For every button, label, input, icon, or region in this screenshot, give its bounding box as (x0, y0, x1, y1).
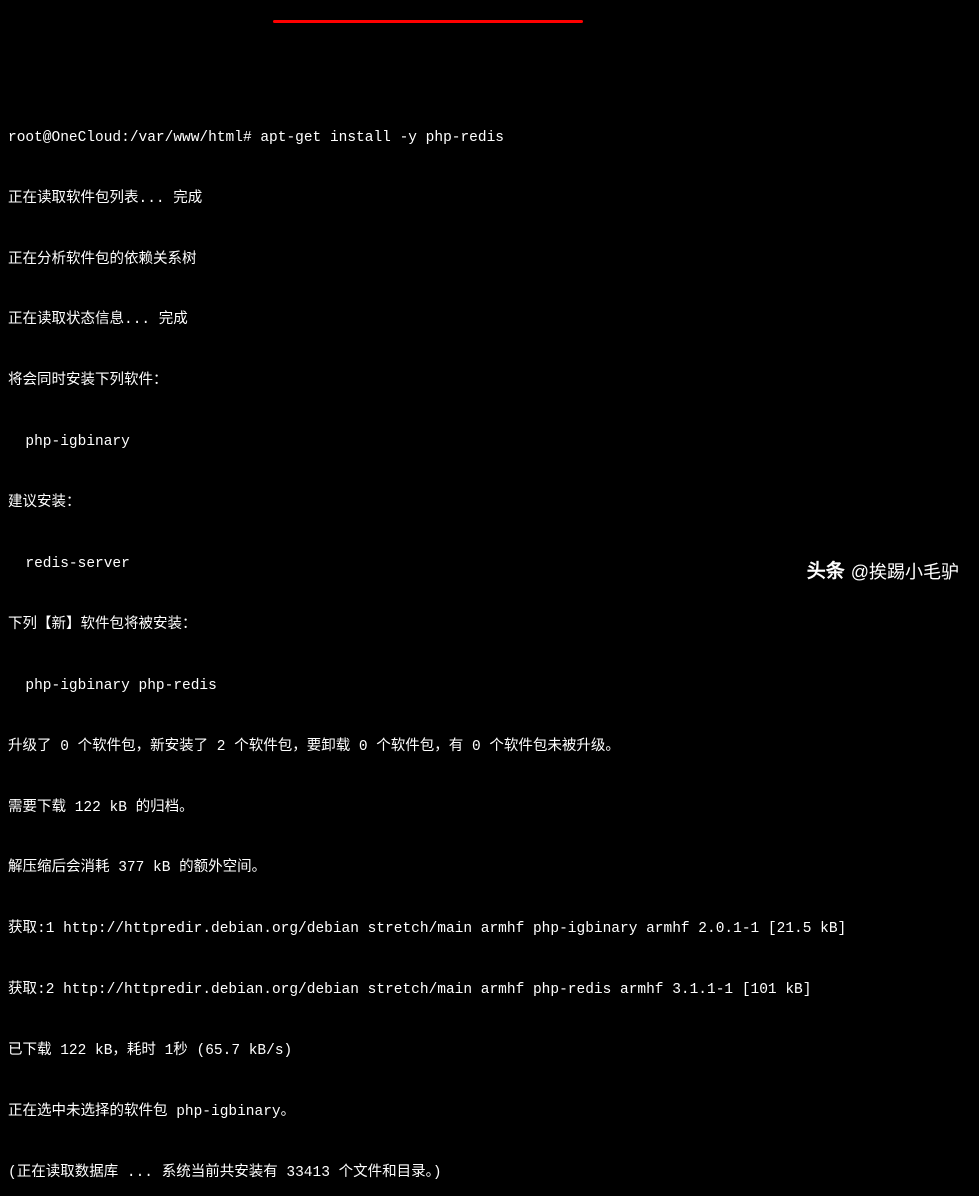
terminal-line: 将会同时安装下列软件： (8, 371, 971, 391)
terminal-line: 获取:2 http://httpredir.debian.org/debian … (8, 980, 971, 1000)
watermark-label: 头条 (807, 559, 845, 586)
terminal-line: 正在读取软件包列表... 完成 (8, 189, 971, 209)
terminal-line: 解压缩后会消耗 377 kB 的额外空间。 (8, 858, 971, 878)
terminal-line: (正在读取数据库 ... 系统当前共安装有 33413 个文件和目录。) (8, 1163, 971, 1183)
terminal-line: 正在分析软件包的依赖关系树 (8, 250, 971, 270)
terminal-line: 正在读取状态信息... 完成 (8, 310, 971, 330)
terminal-line: 建议安装： (8, 493, 971, 513)
terminal-line: 下列【新】软件包将被安装： (8, 615, 971, 635)
terminal-line: 需要下载 122 kB 的归档。 (8, 798, 971, 818)
terminal-line: root@OneCloud:/var/www/html# apt-get ins… (8, 128, 971, 148)
terminal-line: 升级了 0 个软件包，新安装了 2 个软件包，要卸载 0 个软件包，有 0 个软… (8, 737, 971, 757)
terminal-output[interactable]: root@OneCloud:/var/www/html# apt-get ins… (8, 87, 971, 1196)
watermark-handle: @挨踢小毛驴 (851, 560, 959, 585)
terminal-line: 获取:1 http://httpredir.debian.org/debian … (8, 919, 971, 939)
terminal-line: 正在选中未选择的软件包 php-igbinary。 (8, 1102, 971, 1122)
terminal-line: php-igbinary (8, 432, 971, 452)
watermark: 头条 @挨踢小毛驴 (807, 559, 959, 586)
terminal-line: php-igbinary php-redis (8, 676, 971, 696)
annotation-underline (273, 20, 583, 23)
terminal-line: 已下载 122 kB，耗时 1秒 (65.7 kB/s) (8, 1041, 971, 1061)
